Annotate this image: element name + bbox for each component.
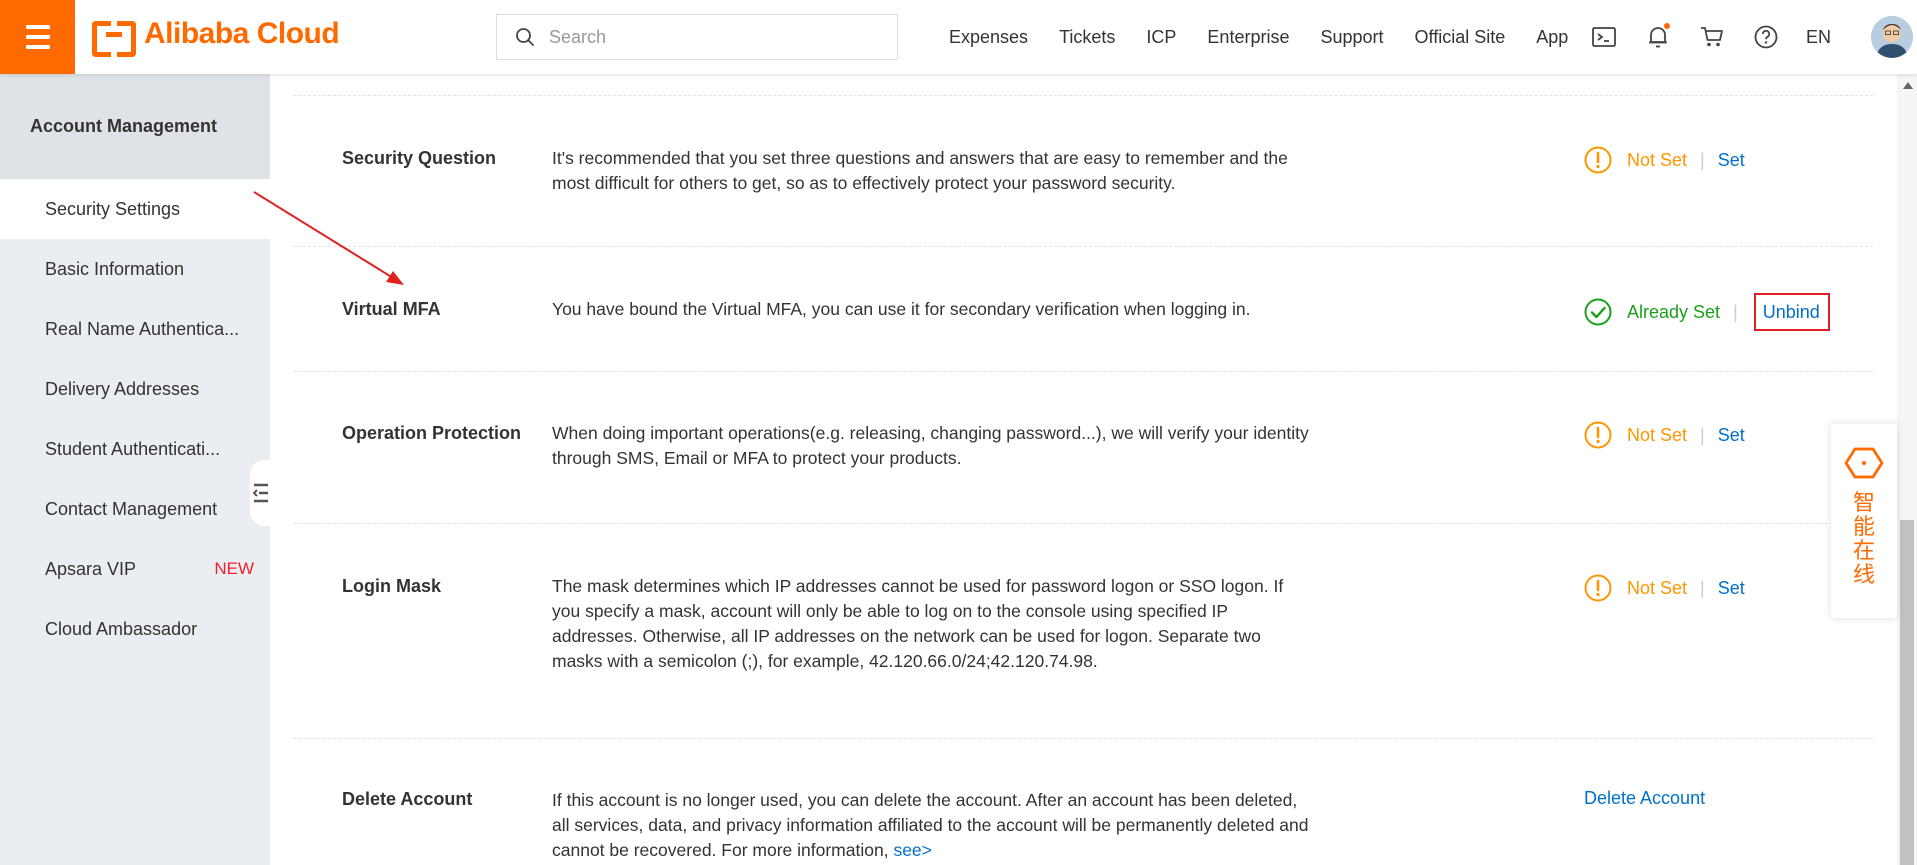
alibaba-cloud-logo[interactable]: Alibaba Cloud (92, 17, 340, 57)
delete-account-link[interactable]: Delete Account (1584, 788, 1705, 809)
row-status: Not Set | Set (1584, 421, 1745, 449)
row-description: If this account is no longer used, you c… (552, 788, 1312, 863)
set-operation-protection-link[interactable]: Set (1718, 425, 1745, 446)
warning-icon (1584, 146, 1612, 174)
sidebar-item-label: Apsara VIP (45, 558, 137, 579)
sidebar-item-apsara-vip[interactable]: Apsara VIP NEW (0, 539, 270, 599)
notification-dot (1664, 23, 1670, 29)
sidebar-item-label: Security Settings (45, 198, 181, 219)
terminal-icon[interactable] (1590, 23, 1618, 51)
status-text: Not Set (1627, 577, 1688, 598)
menu-line (25, 45, 50, 49)
page-scrollbar[interactable] (1897, 74, 1917, 865)
row-description: You have bound the Virtual MFA, you can … (552, 299, 1251, 319)
sidebar-item-delivery-addresses[interactable]: Delivery Addresses (0, 359, 270, 419)
scroll-thumb[interactable] (1900, 520, 1914, 865)
alibaba-cloud-logo-icon (92, 21, 136, 57)
operation-protection-row: Operation Protection When doing importan… (293, 371, 1873, 523)
separator: | (1700, 424, 1705, 445)
smart-assistant-widget[interactable]: 智能在线 (1831, 424, 1897, 618)
row-description: The mask determines which IP addresses c… (552, 576, 1284, 671)
set-login-mask-link[interactable]: Set (1718, 578, 1745, 599)
assistant-label: 智能在线 (1852, 491, 1875, 588)
brand-name: Alibaba Cloud (144, 17, 340, 50)
top-bar: Alibaba Cloud Expenses Tickets ICP Enter… (0, 0, 1917, 74)
user-avatar[interactable] (1871, 16, 1914, 58)
sidebar-item-label: Student Authenticati... (45, 438, 221, 459)
check-circle-icon (1584, 298, 1612, 326)
row-status: Already Set | Unbind (1584, 293, 1830, 331)
sidebar-item-label: Delivery Addresses (45, 378, 200, 399)
separator: | (1700, 577, 1705, 598)
row-status: Not Set | Set (1584, 146, 1745, 174)
scroll-up-arrow-icon[interactable] (1903, 82, 1913, 89)
sidebar-item-real-name-authentication[interactable]: Real Name Authentica... (0, 299, 270, 359)
cart-icon[interactable] (1698, 23, 1726, 51)
assistant-hexagon-icon (1844, 447, 1884, 479)
unbind-mfa-link[interactable]: Unbind (1753, 293, 1830, 331)
status-text: Not Set (1627, 149, 1688, 170)
nav-icp[interactable]: ICP (1146, 27, 1176, 48)
row-status: Not Set | Set (1584, 574, 1745, 602)
login-mask-row: Login Mask The mask determines which IP … (293, 523, 1873, 738)
search-input[interactable] (549, 26, 879, 48)
warning-icon (1584, 574, 1612, 602)
search-box[interactable] (496, 14, 898, 60)
row-title: Security Question (342, 148, 497, 168)
hamburger-menu-button[interactable] (0, 0, 75, 74)
row-description: It's recommended that you set three ques… (552, 148, 1288, 193)
nav-enterprise[interactable]: Enterprise (1207, 27, 1289, 48)
nav-support[interactable]: Support (1320, 27, 1383, 48)
top-nav: Expenses Tickets ICP Enterprise Support … (949, 0, 1599, 74)
sidebar-item-basic-information[interactable]: Basic Information (0, 239, 270, 299)
language-switch[interactable]: EN (1806, 27, 1831, 48)
row-title: Delete Account (342, 789, 473, 809)
sidebar-item-label: Cloud Ambassador (45, 618, 198, 639)
status-text: Not Set (1627, 424, 1688, 445)
nav-tickets[interactable]: Tickets (1059, 27, 1115, 48)
new-badge: NEW (214, 559, 254, 578)
separator: | (1700, 149, 1705, 170)
set-security-question-link[interactable]: Set (1718, 150, 1745, 171)
row-status: Delete Account (1584, 788, 1705, 809)
sidebar-item-label: Real Name Authentica... (45, 318, 240, 339)
nav-app[interactable]: App (1536, 27, 1568, 48)
warning-icon (1584, 421, 1612, 449)
search-icon (516, 28, 534, 46)
row-title: Login Mask (342, 576, 442, 596)
menu-line (25, 35, 50, 39)
help-icon[interactable] (1752, 23, 1780, 51)
row-description: When doing important operations(e.g. rel… (552, 423, 1309, 468)
status-text: Already Set (1627, 301, 1721, 322)
collapse-icon (253, 483, 268, 503)
virtual-mfa-row: Virtual MFA You have bound the Virtual M… (293, 246, 1873, 371)
see-more-link[interactable]: see> (893, 840, 931, 860)
sidebar-item-label: Contact Management (45, 498, 218, 519)
sidebar-item-student-authentication[interactable]: Student Authenticati... (0, 419, 270, 479)
nav-official-site[interactable]: Official Site (1415, 27, 1506, 48)
bell-icon[interactable] (1644, 23, 1672, 51)
sidebar-item-cloud-ambassador[interactable]: Cloud Ambassador (0, 599, 270, 659)
sidebar-item-label: Basic Information (45, 258, 185, 279)
security-question-row: Security Question It's recommended that … (293, 95, 1873, 246)
sidebar: Account Management Security Settings Bas… (0, 74, 270, 865)
row-title: Operation Protection (342, 423, 522, 443)
header-icons: EN (1590, 0, 1914, 74)
separator: | (1733, 301, 1738, 322)
delete-account-row: Delete Account If this account is no lon… (293, 738, 1873, 865)
sidebar-title: Account Management (0, 74, 270, 179)
sidebar-item-security-settings[interactable]: Security Settings (0, 179, 270, 239)
row-title: Virtual MFA (342, 299, 441, 319)
nav-expenses[interactable]: Expenses (949, 27, 1028, 48)
security-settings-panel: Security Question It's recommended that … (293, 74, 1873, 865)
menu-line (25, 25, 50, 29)
sidebar-item-contact-management[interactable]: Contact Management (0, 479, 270, 539)
sidebar-collapse-button[interactable] (250, 460, 272, 526)
